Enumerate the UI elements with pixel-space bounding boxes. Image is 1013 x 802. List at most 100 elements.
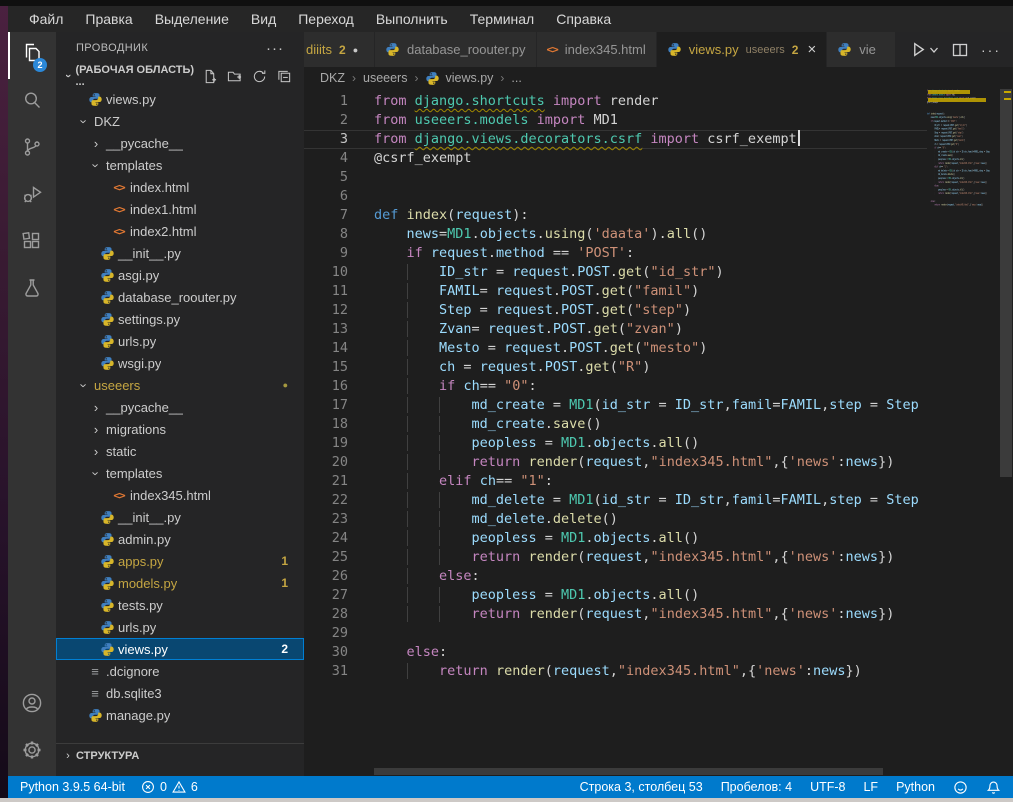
breadcrumb-item-DKZ[interactable]: DKZ: [320, 71, 345, 85]
new-folder-icon[interactable]: [227, 69, 242, 84]
tree-item-index.html[interactable]: <>index.html: [56, 176, 304, 198]
tab-label: index345.html: [565, 42, 646, 57]
tree-item-tests.py[interactable]: tests.py: [56, 594, 304, 616]
menu-go[interactable]: Переход: [287, 11, 365, 27]
tree-item-label: migrations: [104, 422, 166, 437]
tree-item-__pycache__[interactable]: ›__pycache__: [56, 132, 304, 154]
sidebar-title-row: ПРОВОДНИК ···: [56, 32, 304, 64]
status-text: Пробелов: 4: [721, 780, 792, 794]
status-problems[interactable]: 06: [141, 780, 198, 794]
workspace-section-header[interactable]: › (РАБОЧАЯ ОБЛАСТЬ) ...: [56, 64, 304, 88]
run-python-file-button[interactable]: [910, 41, 939, 58]
breadcrumb-item-viewspy[interactable]: views.py: [425, 71, 493, 86]
status-indentation[interactable]: Пробелов: 4: [721, 780, 792, 794]
breadcrumb: DKZ›useeers›views.py›...: [304, 67, 1013, 89]
tree-item-label: index1.html: [128, 202, 196, 217]
activity-accounts[interactable]: [8, 682, 56, 729]
tree-item-index2.html[interactable]: <>index2.html: [56, 220, 304, 242]
tree-item-urls.py[interactable]: urls.py: [56, 616, 304, 638]
code-editor[interactable]: 1from django.shortcuts import render2fro…: [304, 89, 1013, 776]
tree-item-admin.py[interactable]: admin.py: [56, 528, 304, 550]
horizontal-scrollbar-thumb[interactable]: [374, 768, 883, 775]
vertical-scrollbar-thumb[interactable]: [1000, 89, 1012, 477]
menu-edit[interactable]: Правка: [74, 11, 143, 27]
error-icon: [141, 780, 155, 794]
tree-item-templates[interactable]: ›templates: [56, 462, 304, 484]
tree-item-.dcignore[interactable]: ≡.dcignore: [56, 660, 304, 682]
menu-terminal[interactable]: Терминал: [459, 11, 545, 27]
activity-extensions[interactable]: [8, 220, 56, 267]
tree-item-settings.py[interactable]: settings.py: [56, 308, 304, 330]
tree-item-label: __init__.py: [116, 246, 181, 261]
refresh-icon[interactable]: [252, 69, 267, 84]
tab-diiits[interactable]: diiits2●: [304, 32, 375, 67]
activity-explorer[interactable]: 2: [8, 32, 56, 79]
tab-views[interactable]: views.pyuseeers2×: [657, 32, 827, 67]
tree-item-migrations[interactable]: ›migrations: [56, 418, 304, 440]
activity-source-control[interactable]: [8, 126, 56, 173]
tree-item-database_roouter.py[interactable]: database_roouter.py: [56, 286, 304, 308]
status-bar: Python 3.9.5 64-bit 06 Строка 3, столбец …: [8, 776, 1013, 798]
activity-testing[interactable]: [8, 267, 56, 314]
split-editor-icon[interactable]: [952, 42, 968, 58]
activity-search[interactable]: [8, 79, 56, 126]
tab-problems-badge: 2: [792, 43, 799, 57]
tree-item-index1.html[interactable]: <>index1.html: [56, 198, 304, 220]
python-icon: [100, 554, 115, 569]
activity-run-debug[interactable]: [8, 173, 56, 220]
status-language[interactable]: Python: [896, 780, 935, 794]
outline-section-header[interactable]: › СТРУКТУРА: [56, 743, 304, 768]
tree-item-db.sqlite3[interactable]: ≡db.sqlite3: [56, 682, 304, 704]
tree-item-__pycache__[interactable]: ›__pycache__: [56, 396, 304, 418]
minimap[interactable]: 1from django.shortcuts import render2fro…: [927, 89, 999, 776]
tree-item-views.py[interactable]: views.py: [56, 88, 304, 110]
vertical-scrollbar[interactable]: [999, 89, 1013, 776]
status-python-version[interactable]: Python 3.9.5 64-bit: [20, 780, 125, 794]
menu-help[interactable]: Справка: [545, 11, 622, 27]
desktop-bottom-edge: [0, 798, 1013, 802]
tree-item-useeers[interactable]: ›useeers●: [56, 374, 304, 396]
status-encoding[interactable]: UTF-8: [810, 780, 845, 794]
tree-item-urls.py[interactable]: urls.py: [56, 330, 304, 352]
close-icon[interactable]: ×: [807, 41, 816, 58]
breadcrumb-item-useeers[interactable]: useeers: [363, 71, 407, 85]
search-icon: [20, 88, 44, 117]
workspace-section-label: (РАБОЧАЯ ОБЛАСТЬ) ...: [75, 64, 202, 88]
tree-item-__init__.py[interactable]: __init__.py: [56, 242, 304, 264]
tree-item-asgi.py[interactable]: asgi.py: [56, 264, 304, 286]
horizontal-scrollbar[interactable]: [374, 766, 927, 776]
breadcrumb-item-[interactable]: ...: [511, 71, 521, 85]
tree-item-DKZ[interactable]: ›DKZ: [56, 110, 304, 132]
tree-item-static[interactable]: ›static: [56, 440, 304, 462]
status-cursor-position[interactable]: Строка 3, столбец 53: [580, 780, 703, 794]
status-text: Строка 3, столбец 53: [580, 780, 703, 794]
tab-views-2[interactable]: vie: [827, 32, 895, 67]
menu-file[interactable]: Файл: [18, 11, 74, 27]
new-file-icon[interactable]: [202, 69, 217, 84]
code-line-3: 3from django.views.decorators.csrf impor…: [304, 130, 927, 149]
status-notifications[interactable]: [986, 780, 1001, 795]
status-feedback[interactable]: [953, 780, 968, 795]
status-eol[interactable]: LF: [863, 780, 878, 794]
tree-item-index345.html[interactable]: <>index345.html: [56, 484, 304, 506]
chevron-right-icon: ›: [60, 750, 76, 762]
menu-selection[interactable]: Выделение: [144, 11, 240, 27]
menu-view[interactable]: Вид: [240, 11, 287, 27]
activity-settings[interactable]: [8, 729, 56, 776]
text-file-icon: ≡: [91, 686, 99, 701]
tree-item-templates[interactable]: ›templates: [56, 154, 304, 176]
explorer-more-actions[interactable]: ···: [266, 40, 284, 57]
tree-item-apps.py[interactable]: apps.py1: [56, 550, 304, 572]
collapse-all-icon[interactable]: [277, 69, 292, 84]
tree-item-wsgi.py[interactable]: wsgi.py: [56, 352, 304, 374]
tree-item-models.py[interactable]: models.py1: [56, 572, 304, 594]
tree-item-manage.py[interactable]: manage.py: [56, 704, 304, 726]
more-actions-icon[interactable]: ···: [981, 42, 1001, 58]
tree-item-views.py[interactable]: views.py2: [56, 638, 304, 660]
tab-database-roouter[interactable]: database_roouter.py: [375, 32, 537, 67]
menu-run[interactable]: Выполнить: [365, 11, 459, 27]
chevron-right-icon: ›: [88, 444, 104, 459]
tree-item-__init__.py[interactable]: __init__.py: [56, 506, 304, 528]
tab-index345[interactable]: <>index345.html: [537, 32, 657, 67]
file-tree: views.py›DKZ›__pycache__›templates<>inde…: [56, 88, 304, 726]
